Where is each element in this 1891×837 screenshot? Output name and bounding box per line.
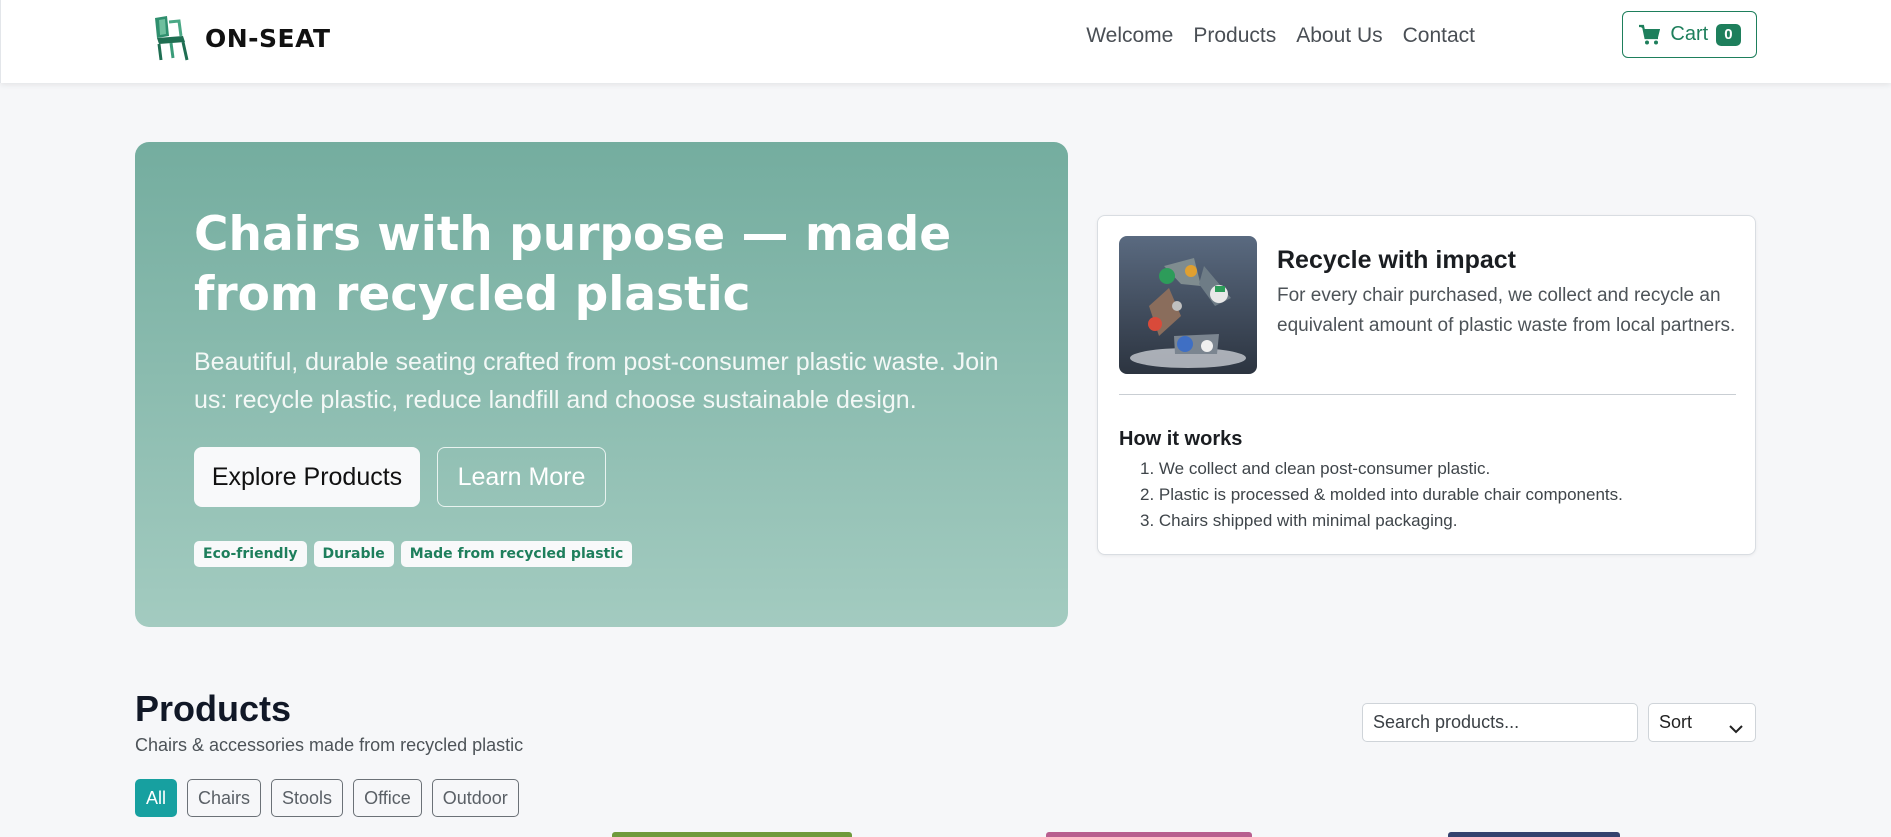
search-input[interactable] xyxy=(1362,703,1638,742)
nav-link-about-us[interactable]: About Us xyxy=(1296,22,1382,50)
nav-links: Welcome Products About Us Contact xyxy=(1086,22,1475,50)
filter-all[interactable]: All xyxy=(135,779,178,817)
sort-label: Sort xyxy=(1659,712,1693,732)
nav-link-contact[interactable]: Contact xyxy=(1403,22,1475,50)
filter-office[interactable]: Office xyxy=(353,779,422,817)
how-step-1: 1. We collect and clean post-consumer pl… xyxy=(1140,459,1491,478)
how-it-works-title: How it works xyxy=(1119,428,1243,450)
recycling-image xyxy=(1119,236,1257,374)
cart-label: Cart xyxy=(1670,23,1709,45)
products-title: Products xyxy=(135,688,292,729)
brand[interactable]: ON-SEAT xyxy=(149,14,331,62)
hero-tags: Eco-friendly Durable Made from recycled … xyxy=(194,541,633,567)
navbar: ON-SEAT Welcome Products About Us Contac… xyxy=(0,0,1891,83)
nav-link-products[interactable]: Products xyxy=(1193,22,1276,50)
divider xyxy=(1119,394,1736,395)
product-card-peek xyxy=(1448,832,1620,837)
chevron-down-icon xyxy=(1729,718,1743,733)
how-step-3: 3. Chairs shipped with minimal packaging… xyxy=(1140,511,1458,530)
how-step-2: 2. Plastic is processed & molded into du… xyxy=(1140,485,1623,504)
explore-products-button[interactable]: Explore Products xyxy=(194,447,420,507)
sort-select[interactable]: Sort xyxy=(1648,703,1756,742)
product-card-peek xyxy=(1046,832,1252,837)
how-it-works-list: 1. We collect and clean post-consumer pl… xyxy=(1140,456,1623,534)
products-subtitle: Chairs & accessories made from recycled … xyxy=(135,735,524,755)
cart-count-badge: 0 xyxy=(1716,23,1741,46)
learn-more-button[interactable]: Learn More xyxy=(437,447,606,507)
cart-button[interactable]: Cart 0 xyxy=(1622,11,1757,58)
nav-link-welcome[interactable]: Welcome xyxy=(1086,22,1173,50)
chair-logo-icon xyxy=(149,14,191,62)
filter-chairs[interactable]: Chairs xyxy=(187,779,262,817)
tag-durable: Durable xyxy=(313,541,394,567)
filter-outdoor[interactable]: Outdoor xyxy=(431,779,519,817)
shopping-cart-icon xyxy=(1638,24,1662,46)
impact-title: Recycle with impact xyxy=(1277,246,1516,274)
hero-title: Chairs with purpose — made from recycled… xyxy=(194,207,952,322)
hero-banner: Chairs with purpose — made from recycled… xyxy=(135,142,1068,627)
category-filters: All Chairs Stools Office Outdoor xyxy=(135,779,519,817)
hero-subtitle: Beautiful, durable seating crafted from … xyxy=(194,348,999,414)
tag-eco-friendly: Eco-friendly xyxy=(194,541,307,567)
product-card-peek xyxy=(612,832,852,837)
impact-text: For every chair purchased, we collect an… xyxy=(1277,285,1736,336)
tag-recycled-plastic: Made from recycled plastic xyxy=(400,541,633,567)
brand-name: ON-SEAT xyxy=(205,23,331,53)
filter-stools[interactable]: Stools xyxy=(271,779,344,817)
impact-card: Recycle with impact For every chair purc… xyxy=(1097,215,1756,555)
